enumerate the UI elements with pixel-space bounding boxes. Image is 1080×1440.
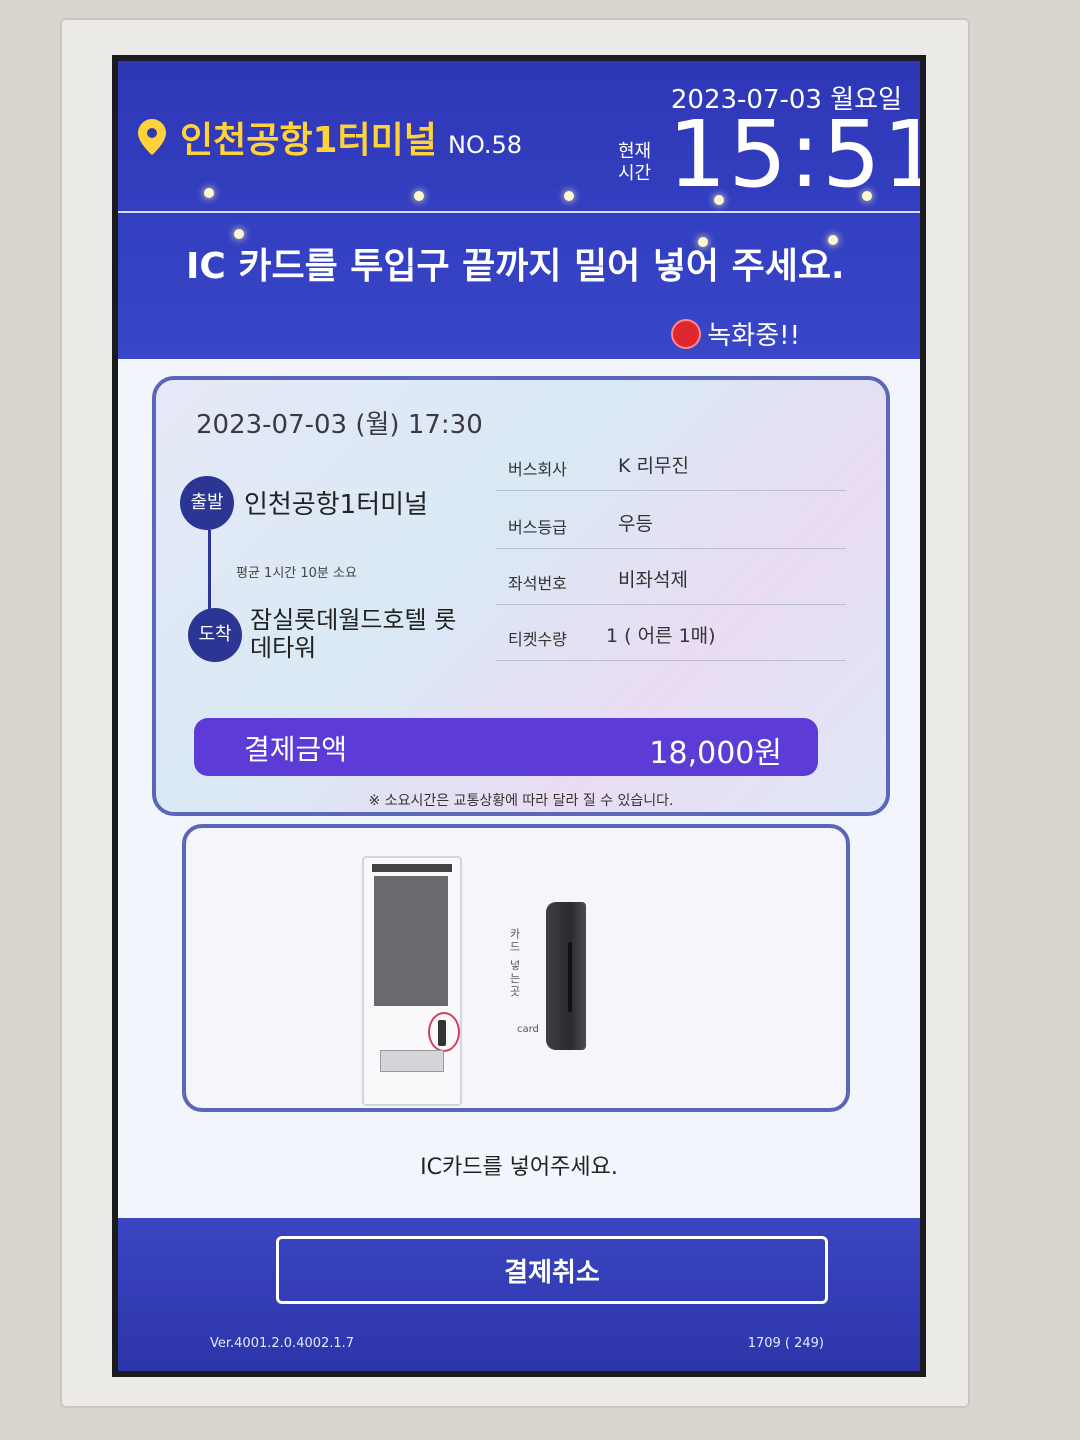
kiosk-diagram-ticket-tray (380, 1050, 444, 1072)
version-text: Ver.4001.2.0.4002.1.7 (210, 1336, 355, 1351)
card-slot-label-en: card (517, 1024, 539, 1035)
card-reader-slot (568, 942, 572, 1012)
current-time: 15:51 (668, 101, 926, 208)
header: 인천공항1터미널 NO.58 2023-07-03 월요일 현재 시간 15:5… (118, 61, 920, 359)
footer: 결제취소 Ver.4001.2.0.4002.1.7 1709 ( 249) (118, 1218, 920, 1371)
detail-value: 우등 (618, 513, 653, 535)
detail-row-seat-number: 좌석번호 비좌석제 (496, 548, 846, 605)
header-divider (118, 211, 920, 213)
kiosk-screen: 인천공항1터미널 NO.58 2023-07-03 월요일 현재 시간 15:5… (112, 55, 926, 1377)
travel-duration: 평균 1시간 10분 소요 (236, 566, 357, 581)
cancel-payment-button[interactable]: 결제취소 (276, 1236, 828, 1304)
detail-row-ticket-count: 티켓수량 1 ( 어른 1매) (496, 604, 846, 661)
payment-amount-label: 결제금액 (244, 733, 348, 766)
card-slot-label: 카드 넣는곳 (508, 928, 521, 999)
duration-notice: ※ 소요시간은 교통상황에 따라 달라 질 수 있습니다. (368, 793, 674, 809)
current-time-label: 현재 시간 (618, 141, 652, 184)
arrival-badge: 도착 (188, 608, 242, 662)
departure-stop: 인천공항1터미널 (244, 490, 428, 520)
transaction-counter: 1709 ( 249) (747, 1336, 824, 1351)
location-pin-icon (138, 119, 166, 155)
card-insert-illustration: 카드 넣는곳 card (182, 824, 850, 1112)
payment-amount-value: 18,000원 (649, 736, 782, 771)
departure-badge: 출발 (180, 476, 234, 530)
detail-value: 1 ( 어른 1매) (606, 625, 716, 647)
detail-label: 버스회사 (508, 460, 567, 479)
terminal-name: 인천공항1터미널 (180, 120, 437, 161)
insert-card-instruction: IC 카드를 투입구 끝까지 밀어 넣어 주세요. (186, 246, 845, 287)
departure-datetime: 2023-07-03 (월) 17:30 (196, 410, 483, 440)
kiosk-diagram (362, 856, 462, 1106)
kiosk-number: NO.58 (448, 131, 523, 159)
detail-row-bus-class: 버스등급 우등 (496, 492, 846, 549)
detail-label: 버스등급 (508, 518, 567, 537)
detail-label: 좌석번호 (508, 574, 567, 593)
route-line (208, 530, 211, 614)
card-slot-highlight-icon (428, 1012, 460, 1052)
card-reader-icon (546, 902, 586, 1050)
detail-value: K 리무진 (618, 455, 689, 477)
ticket-summary-card: 2023-07-03 (월) 17:30 출발 도착 인천공항1터미널 평균 1… (152, 376, 890, 816)
detail-label: 티켓수량 (508, 630, 567, 649)
detail-row-bus-company: 버스회사 K 리무진 (496, 434, 846, 491)
recording-indicator: 녹화중!! (673, 315, 800, 352)
recording-text: 녹화중!! (707, 321, 800, 351)
record-dot-icon (673, 320, 700, 347)
payment-amount-bar: 결제금액 18,000원 (194, 718, 818, 776)
detail-value: 비좌석제 (618, 569, 688, 591)
kiosk-diagram-header (372, 864, 452, 872)
arrival-stop: 잠실롯데월드호텔 롯데타워 (250, 606, 457, 662)
insert-card-prompt: IC카드를 넣어주세요. (420, 1155, 618, 1180)
kiosk-diagram-screen (374, 876, 448, 1006)
